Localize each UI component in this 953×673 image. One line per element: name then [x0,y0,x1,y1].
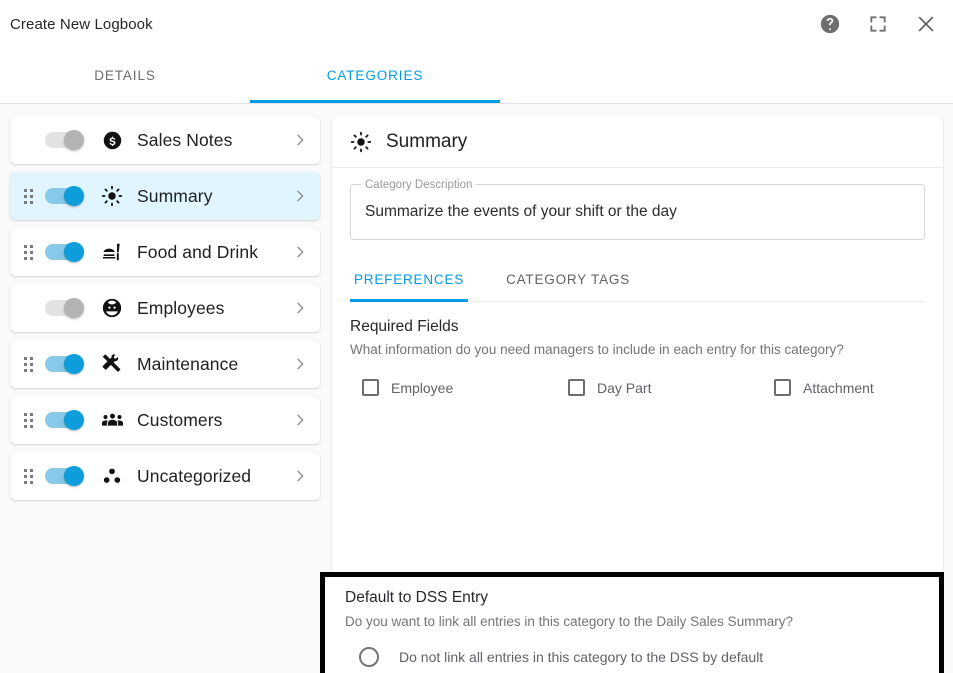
radio-circle[interactable] [359,647,379,667]
category-list: Sales Notes Summary Food and Drink Emplo… [10,116,320,673]
tabbar: DETAILS CATEGORIES [0,48,953,104]
checkbox-employee[interactable]: Employee [350,379,556,396]
checkbox-label: Day Part [597,379,652,396]
drag-handle-icon[interactable] [19,465,37,487]
dollar-coin-icon [99,130,125,151]
chevron-right-icon[interactable] [292,244,308,260]
category-description-label: Category Description [361,178,477,192]
category-description-input[interactable]: Category Description Summarize the event… [350,178,925,240]
dots-icon [99,465,125,487]
tools-icon [99,353,125,375]
category-row-maintenance[interactable]: Maintenance [10,340,320,388]
category-label: Uncategorized [137,465,252,486]
category-label: Sales Notes [137,129,233,150]
tab-category-tags[interactable]: CATEGORY TAGS [502,258,634,301]
chevron-right-icon[interactable] [292,356,308,372]
category-label: Employees [137,297,225,318]
checkbox-box[interactable] [774,379,791,396]
category-label: Maintenance [137,353,239,374]
detail-header: Summary [332,116,943,168]
category-row-customers[interactable]: Customers [10,396,320,444]
chevron-right-icon[interactable] [292,468,308,484]
fullscreen-icon[interactable] [865,11,891,37]
body-area: Sales Notes Summary Food and Drink Emplo… [0,104,953,673]
sun-icon [350,131,372,153]
groups-icon [99,409,125,432]
category-description-value: Summarize the events of your shift or th… [365,203,677,220]
tab-details[interactable]: DETAILS [0,48,250,103]
category-description-field-wrap: Category Description Summarize the event… [332,168,943,240]
close-icon[interactable] [913,11,939,37]
category-toggle[interactable] [45,130,84,150]
checkbox-attachment[interactable]: Attachment [762,379,943,396]
category-toggle[interactable] [45,410,84,430]
chevron-right-icon[interactable] [292,412,308,428]
checkbox-box[interactable] [362,379,379,396]
detail-tabbar: PREFERENCES CATEGORY TAGS [350,258,925,302]
category-label: Summary [137,185,213,206]
checkbox-label: Attachment [803,379,874,396]
radio-label: Do not link all entries in this category… [399,649,764,665]
category-row-uncategorized[interactable]: Uncategorized [10,452,320,500]
category-toggle[interactable] [45,186,84,206]
chevron-right-icon[interactable] [292,300,308,316]
required-fields-title: Required Fields [350,318,459,335]
detail-title: Summary [386,130,468,152]
face-icon [99,297,125,319]
category-toggle[interactable] [45,242,84,262]
tab-categories[interactable]: CATEGORIES [250,48,500,103]
dialog-header: Create New Logbook [0,0,953,48]
help-icon[interactable] [817,11,843,37]
radio-do-not-link[interactable]: Do not link all entries in this category… [345,647,921,667]
category-row-employees[interactable]: Employees [10,284,320,332]
category-row-summary[interactable]: Summary [10,172,320,220]
required-fields-section: Required Fields What information do you … [332,302,943,396]
dss-title: Default to DSS Entry [345,589,489,606]
drag-handle-icon[interactable] [19,185,37,207]
fastfood-icon [99,241,125,263]
required-fields-options: Employee Day Part Attachment [350,379,925,396]
checkbox-box[interactable] [568,379,585,396]
default-to-dss-entry-section: Default to DSS Entry Do you want to link… [320,572,944,673]
category-label: Customers [137,409,223,430]
category-label: Food and Drink [137,241,259,262]
category-row-food-and-drink[interactable]: Food and Drink [10,228,320,276]
page-title: Create New Logbook [10,15,153,33]
checkbox-day-part[interactable]: Day Part [556,379,762,396]
sun-icon [99,185,125,207]
drag-handle-icon[interactable] [19,241,37,263]
chevron-right-icon[interactable] [292,188,308,204]
required-fields-subtitle: What information do you need managers to… [350,342,844,357]
category-toggle[interactable] [45,466,84,486]
tab-preferences[interactable]: PREFERENCES [350,258,469,302]
category-row-sales-notes[interactable]: Sales Notes [10,116,320,164]
checkbox-label: Employee [391,379,454,396]
drag-handle-icon[interactable] [19,409,37,431]
category-toggle[interactable] [45,354,84,374]
header-actions [817,0,939,48]
chevron-right-icon[interactable] [292,132,308,148]
drag-handle-icon[interactable] [19,353,37,375]
dss-subtitle: Do you want to link all entries in this … [345,614,793,629]
category-toggle[interactable] [45,298,84,318]
